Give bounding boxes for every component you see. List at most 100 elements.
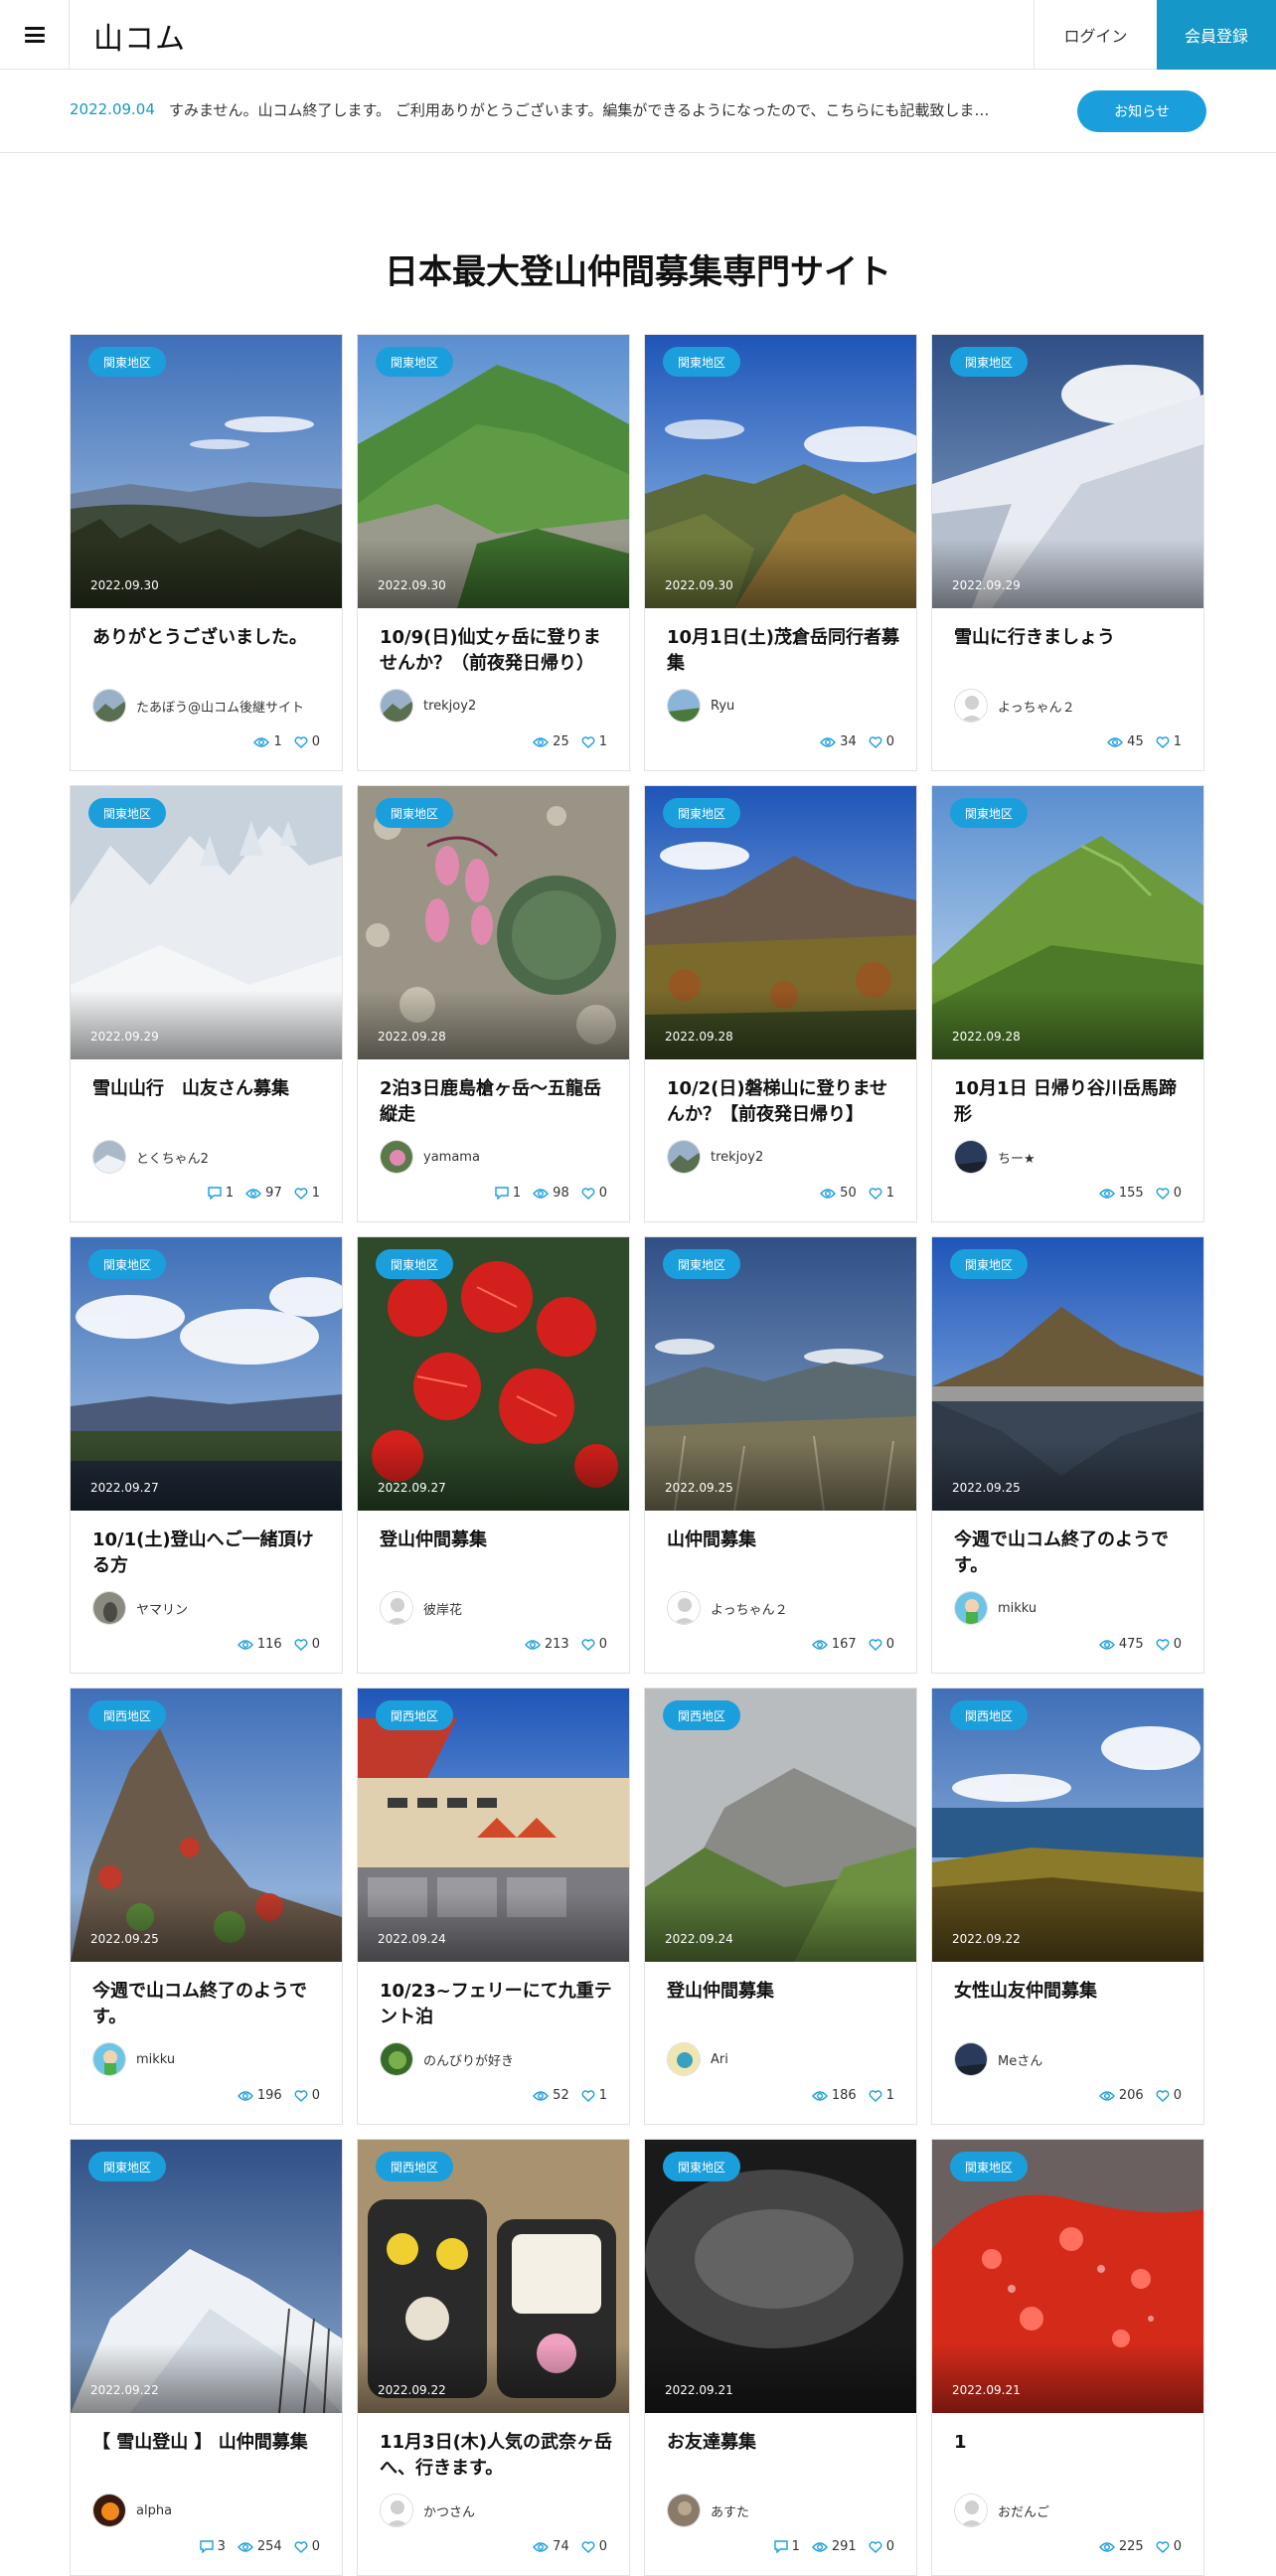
region-badge[interactable]: 関東地区 — [376, 347, 454, 377]
post-card[interactable]: 関東地区 2022.09.27 登山仲間募集 彼岸花 213 0 — [357, 1236, 630, 1674]
post-author[interactable]: alpha — [92, 2494, 172, 2527]
post-image[interactable]: 関東地区 2022.09.29 — [71, 786, 342, 1059]
like-count[interactable]: 1 — [869, 2088, 894, 2103]
post-author[interactable]: とくちゃん2 — [92, 1140, 209, 1174]
region-badge[interactable]: 関東地区 — [663, 798, 741, 828]
post-author[interactable]: よっちゃん２ — [667, 1591, 788, 1625]
post-author[interactable]: yamama — [380, 1140, 480, 1174]
post-title[interactable]: 11月3日(木)人気の武奈ヶ岳へ、行きます。 — [380, 2430, 613, 2482]
post-title[interactable]: 山仲間募集 — [667, 1528, 900, 1553]
region-badge[interactable]: 関西地区 — [663, 1700, 741, 1730]
post-title[interactable]: 登山仲間募集 — [667, 1979, 900, 2005]
like-count[interactable]: 1 — [1156, 734, 1182, 749]
like-count[interactable]: 0 — [1156, 2088, 1182, 2103]
post-image[interactable]: 関西地区 2022.09.22 — [932, 1689, 1203, 1962]
post-card[interactable]: 関東地区 2022.09.22 【 雪山登山 】 山仲間募集 alpha 3 2… — [70, 2139, 343, 2576]
post-image[interactable]: 関東地区 2022.09.30 — [645, 335, 916, 608]
region-badge[interactable]: 関東地区 — [88, 798, 167, 828]
region-badge[interactable]: 関東地区 — [950, 1249, 1029, 1279]
post-title[interactable]: 10月1日 日帰り谷川岳馬蹄形 — [954, 1076, 1188, 1128]
post-author[interactable]: mikku — [954, 1591, 1037, 1625]
register-button[interactable]: 会員登録 — [1157, 0, 1276, 70]
post-image[interactable]: 関西地区 2022.09.24 — [645, 1689, 916, 1962]
post-card[interactable]: 関東地区 2022.09.30 ありがとうございました。 たあぼう@山コム後継サ… — [70, 334, 343, 771]
post-title[interactable]: 10/9(日)仙丈ヶ岳に登りませんか？（前夜発日帰り） — [380, 625, 613, 677]
post-card[interactable]: 関東地区 2022.09.21 1 おだんご 225 0 — [931, 2139, 1204, 2576]
post-author[interactable]: ちー★ — [954, 1140, 1036, 1174]
post-title[interactable]: 今週で山コム終了のようです。 — [92, 1979, 326, 2030]
post-card[interactable]: 関西地区 2022.09.22 11月3日(木)人気の武奈ヶ岳へ、行きます。 か… — [357, 2139, 630, 2576]
region-badge[interactable]: 関西地区 — [950, 1700, 1029, 1730]
region-badge[interactable]: 関東地区 — [663, 347, 741, 377]
post-title[interactable]: 10月1日(土)茂倉岳同行者募集 — [667, 625, 900, 677]
post-author[interactable]: 彼岸花 — [380, 1591, 462, 1625]
region-badge[interactable]: 関西地区 — [376, 1700, 454, 1730]
post-card[interactable]: 関東地区 2022.09.30 10/9(日)仙丈ヶ岳に登りませんか？（前夜発日… — [357, 334, 630, 771]
like-count[interactable]: 0 — [581, 1186, 607, 1201]
post-author[interactable]: あすた — [667, 2494, 749, 2527]
region-badge[interactable]: 関東地区 — [88, 1249, 167, 1279]
post-title[interactable]: 10/2(日)磐梯山に登りませんか？【前夜発日帰り】 — [667, 1076, 900, 1128]
menu-button[interactable] — [0, 0, 70, 70]
post-image[interactable]: 関東地区 2022.09.25 — [645, 1237, 916, 1511]
like-count[interactable]: 0 — [1156, 1637, 1182, 1652]
post-card[interactable]: 関西地区 2022.09.22 女性山友仲間募集 Meさん 206 0 — [931, 1688, 1204, 2125]
like-count[interactable]: 0 — [294, 2088, 320, 2103]
region-badge[interactable]: 関東地区 — [950, 798, 1029, 828]
post-image[interactable]: 関東地区 2022.09.21 — [932, 2140, 1203, 2413]
region-badge[interactable]: 関東地区 — [663, 1249, 741, 1279]
post-image[interactable]: 関西地区 2022.09.24 — [358, 1689, 629, 1962]
region-badge[interactable]: 関西地区 — [88, 1700, 167, 1730]
post-card[interactable]: 関西地区 2022.09.24 登山仲間募集 Ari 186 1 — [644, 1688, 917, 2125]
post-title[interactable]: 【 雪山登山 】 山仲間募集 — [92, 2430, 326, 2456]
like-count[interactable]: 1 — [869, 1186, 894, 1201]
post-image[interactable]: 関西地区 2022.09.25 — [71, 1689, 342, 1962]
notice-text[interactable]: すみません。山コム終了します。 ご利用ありがとうございます。編集ができるようにな… — [169, 99, 1053, 120]
post-card[interactable]: 関西地区 2022.09.24 10/23~フェリーにて九重テント泊 のんびりが… — [357, 1688, 630, 2125]
post-author[interactable]: trekjoy2 — [380, 689, 476, 723]
post-image[interactable]: 関東地区 2022.09.30 — [71, 335, 342, 608]
post-image[interactable]: 関東地区 2022.09.30 — [358, 335, 629, 608]
post-image[interactable]: 関東地区 2022.09.28 — [932, 786, 1203, 1059]
post-author[interactable]: trekjoy2 — [667, 1140, 763, 1174]
post-card[interactable]: 関西地区 2022.09.25 今週で山コム終了のようです。 mikku 196… — [70, 1688, 343, 2125]
post-author[interactable]: たあぼう@山コム後継サイト — [92, 689, 304, 723]
post-author[interactable]: ヤマリン — [92, 1591, 188, 1625]
post-title[interactable]: 雪山に行きましょう — [954, 625, 1188, 651]
like-count[interactable]: 0 — [294, 1637, 320, 1652]
site-logo[interactable]: 山コム — [93, 14, 186, 58]
region-badge[interactable]: 関東地区 — [663, 2152, 741, 2181]
post-card[interactable]: 関東地区 2022.09.21 お友達募集 あすた 1 291 0 — [644, 2139, 917, 2576]
post-card[interactable]: 関東地区 2022.09.29 雪山山行 山友さん募集 とくちゃん2 1 97 … — [70, 785, 343, 1222]
post-image[interactable]: 関東地区 2022.09.29 — [932, 335, 1203, 608]
post-author[interactable]: Meさん — [954, 2042, 1042, 2076]
post-title[interactable]: お友達募集 — [667, 2430, 900, 2456]
post-title[interactable]: 女性山友仲間募集 — [954, 1979, 1188, 2005]
post-image[interactable]: 関東地区 2022.09.28 — [645, 786, 916, 1059]
like-count[interactable]: 0 — [294, 734, 320, 749]
post-author[interactable]: mikku — [92, 2042, 175, 2076]
post-author[interactable]: Ari — [667, 2042, 728, 2076]
post-card[interactable]: 関東地区 2022.09.25 今週で山コム終了のようです。 mikku 475… — [931, 1236, 1204, 1674]
post-card[interactable]: 関東地区 2022.09.28 2泊3日鹿島槍ヶ岳〜五龍岳縦走 yamama 1… — [357, 785, 630, 1222]
post-title[interactable]: 10/1(土)登山へご一緒頂ける方 — [92, 1528, 326, 1579]
post-title[interactable]: 今週で山コム終了のようです。 — [954, 1528, 1188, 1579]
region-badge[interactable]: 関西地区 — [376, 2152, 454, 2181]
post-card[interactable]: 関東地区 2022.09.28 10/2(日)磐梯山に登りませんか？【前夜発日帰… — [644, 785, 917, 1222]
post-author[interactable]: かつさん — [380, 2494, 475, 2527]
region-badge[interactable]: 関東地区 — [376, 1249, 454, 1279]
like-count[interactable]: 0 — [869, 734, 894, 749]
post-author[interactable]: よっちゃん２ — [954, 689, 1075, 723]
post-card[interactable]: 関東地区 2022.09.25 山仲間募集 よっちゃん２ 167 0 — [644, 1236, 917, 1674]
post-title[interactable]: 1 — [954, 2430, 1188, 2456]
like-count[interactable]: 1 — [581, 734, 607, 749]
like-count[interactable]: 1 — [581, 2088, 607, 2103]
post-title[interactable]: 2泊3日鹿島槍ヶ岳〜五龍岳縦走 — [380, 1076, 613, 1128]
like-count[interactable]: 0 — [581, 1637, 607, 1652]
post-title[interactable]: 雪山山行 山友さん募集 — [92, 1076, 326, 1102]
post-image[interactable]: 関西地区 2022.09.22 — [358, 2140, 629, 2413]
post-author[interactable]: Ryu — [667, 689, 734, 723]
region-badge[interactable]: 関東地区 — [88, 347, 167, 377]
post-title[interactable]: 登山仲間募集 — [380, 1528, 613, 1553]
like-count[interactable]: 0 — [869, 1637, 894, 1652]
